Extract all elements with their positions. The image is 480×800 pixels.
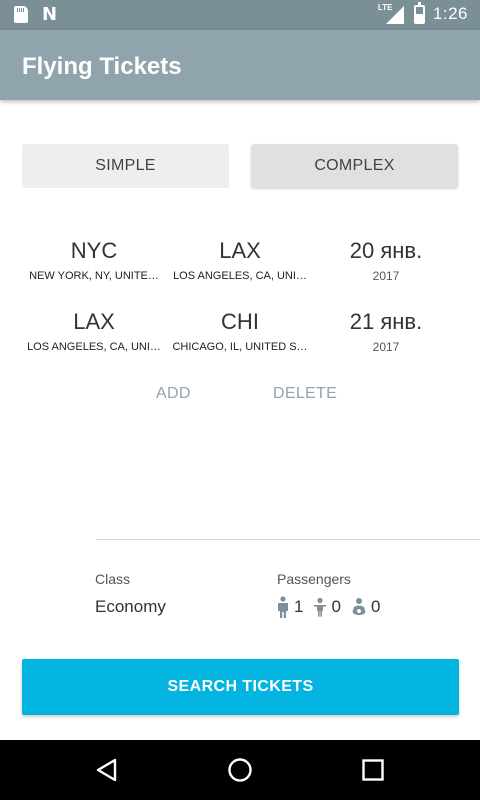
infant-icon [352,598,366,615]
app-title: Flying Tickets [22,53,182,80]
class-label: Class [95,571,131,587]
flight-date: 21 янв. [349,309,423,334]
passengers-selector[interactable]: 1 0 0 [276,596,380,618]
flight-year: 2017 [372,340,400,354]
adult-icon [278,596,288,618]
origin-name: NEW YORK, NY, UNITE… [29,270,159,282]
origin-selector[interactable]: NYC NEW YORK, NY, UNITE… [21,236,167,284]
flight-row: NYC NEW YORK, NY, UNITE… LAX LOS ANGELES… [0,236,480,296]
home-icon[interactable] [226,756,254,784]
date-selector[interactable]: 21 янв. 2017 [328,307,444,355]
adults-count-value: 1 [294,597,304,616]
signal-icon: LTE [378,3,406,24]
infants-count: 0 [351,597,380,617]
flight-row: LAX LOS ANGELES, CA, UNI… CHI CHICAGO, I… [0,307,480,367]
simple-mode-button[interactable]: SIMPLE [22,144,229,188]
passengers-label: Passengers [277,571,351,587]
date-selector[interactable]: 20 янв. 2017 [328,236,444,284]
child-icon [314,597,327,617]
children-count-value: 0 [331,597,341,616]
navigation-bar [0,740,480,800]
adults-count: 1 [276,596,303,618]
destination-code: LAX [219,238,261,263]
status-bar: N LTE 1:26 [0,0,480,30]
n-notification-icon: N [42,4,58,25]
sd-card-icon [14,6,28,23]
class-selector[interactable]: Economy [95,597,166,617]
origin-code: LAX [73,309,115,334]
children-count: 0 [313,597,341,617]
destination-code: CHI [221,309,259,334]
origin-selector[interactable]: LAX LOS ANGELES, CA, UNI… [21,307,167,355]
destination-name: CHICAGO, IL, UNITED S… [172,341,308,353]
origin-code: NYC [70,238,118,263]
complex-mode-button[interactable]: COMPLEX [251,144,458,188]
origin-name: LOS ANGELES, CA, UNI… [27,341,161,353]
destination-selector[interactable]: LAX LOS ANGELES, CA, UNI… [167,236,313,284]
clock: 1:26 [432,4,468,23]
flight-year: 2017 [372,269,400,283]
app-bar: Flying Tickets [0,30,480,100]
divider [96,539,480,540]
recents-icon[interactable] [359,756,387,784]
infants-count-value: 0 [370,597,381,616]
flight-date: 20 янв. [349,238,423,263]
delete-flight-button[interactable]: DELETE [273,385,337,403]
destination-selector[interactable]: CHI CHICAGO, IL, UNITED S… [167,307,313,355]
search-tickets-button[interactable]: SEARCH TICKETS [22,659,459,715]
battery-icon [413,1,425,24]
back-icon[interactable] [93,756,121,784]
destination-name: LOS ANGELES, CA, UNI… [173,270,307,282]
add-flight-button[interactable]: ADD [156,385,191,403]
